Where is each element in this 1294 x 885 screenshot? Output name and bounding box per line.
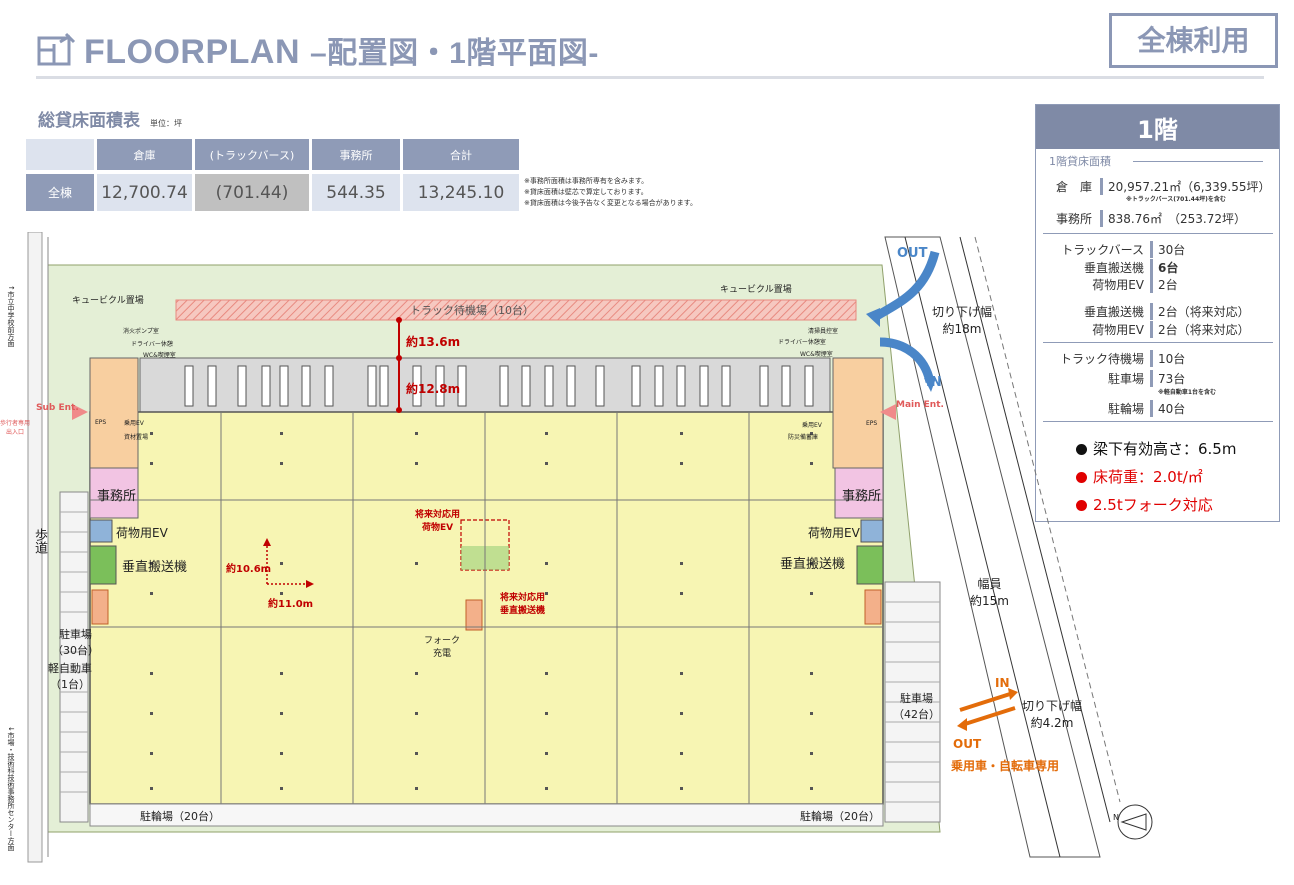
- truck-waiting-label: トラック待機場（10台）: [410, 304, 534, 317]
- out-bottom-label: OUT: [953, 737, 982, 751]
- future-lift-label: 将来対応用 垂直搬送機: [500, 593, 546, 616]
- dimension-13-6: 約13.6m: [406, 335, 461, 349]
- room-label: 消火ポンプ室: [123, 328, 159, 335]
- panel-divider: [1133, 161, 1263, 162]
- lift-left-label: 垂直搬送機: [122, 560, 188, 575]
- pedestrian-entrance-label: 歩行者専用 出入口: [0, 420, 31, 436]
- page-title: FLOORPLAN –配置図・1階平面図-: [84, 28, 599, 72]
- title-subtitle: –配置図・1階平面図-: [310, 37, 599, 70]
- room-label: EPS: [95, 419, 107, 426]
- bike-left-label: 駐輪場（20台）: [140, 810, 220, 823]
- room-label: 乗用EV: [802, 422, 822, 429]
- header-office: 事務所: [312, 139, 400, 170]
- kei-car-label: 軽自動車 （1台）: [48, 662, 92, 691]
- area-table-title: 総貸床面積表 単位：坪: [38, 106, 182, 131]
- bike-right-label: 駐輪場（20台）: [800, 810, 880, 823]
- warehouse-value: 20,957.21㎡（6,339.55坪）: [1100, 178, 1271, 195]
- warehouse-label: 倉 庫: [1056, 180, 1093, 194]
- panel-section-title: 1階貸床面積: [1049, 155, 1111, 168]
- header-total: 合計: [403, 139, 519, 170]
- room-label: 乗用EV: [124, 420, 144, 427]
- warehouse-note: ※トラックバース(701.44坪)を含む: [1126, 196, 1226, 203]
- area-unit: 単位：坪: [150, 119, 182, 128]
- left-road-top-label: ↑市立中学校前方面: [7, 285, 15, 347]
- left-road-bottom-label: ↓市場・技術科技術事務所センター方面: [7, 726, 15, 851]
- dimension-11-0: 約11.0m: [268, 599, 314, 610]
- lift-right-label: 垂直搬送機: [780, 557, 846, 572]
- room-label: 清掃員控室: [808, 328, 839, 335]
- north-label: N: [1113, 813, 1119, 822]
- room-label: EPS: [866, 420, 878, 427]
- value-total: 13,245.10: [403, 174, 519, 211]
- value-truck-berth: (701.44): [195, 174, 309, 211]
- out-top-label: OUT: [897, 246, 928, 261]
- room-label: 資材置場: [124, 434, 149, 441]
- cut-bottom-label: 切り下げ幅 約4.2m: [1022, 699, 1083, 730]
- room-label: WC&喫煙室: [800, 351, 833, 358]
- room-label: WC&喫煙室: [143, 352, 176, 359]
- floorplan-icon: [37, 32, 76, 66]
- in-top-label: IN: [926, 375, 942, 390]
- area-note: ※貸床面積は壁芯で算定しております。: [524, 188, 648, 196]
- ev-right-label: 荷物用EV: [808, 526, 860, 540]
- warehouse-floor: [89, 411, 884, 805]
- room-label: ドライバー休憩: [131, 341, 173, 348]
- usage-badge: 全棟利用: [1109, 13, 1278, 68]
- header-warehouse: 倉庫: [97, 139, 192, 170]
- in-bottom-label: IN: [995, 676, 1010, 690]
- fork-charge-label: フォーク 充電: [424, 636, 461, 659]
- value-warehouse: 12,700.74: [97, 174, 192, 211]
- cubicle-right: キュービクル置場: [720, 285, 792, 295]
- room-label: 防災備蓄庫: [788, 434, 819, 441]
- office-left-label: 事務所: [97, 489, 137, 504]
- header-truck-berth: (トラックバース): [195, 139, 309, 170]
- row-label: 全棟: [26, 174, 94, 211]
- cubicle-left: キュービクル置場: [72, 296, 144, 306]
- dimension-12-8: 約12.8m: [406, 382, 461, 396]
- cut-top-label: 切り下げ幅 約18m: [932, 305, 993, 336]
- value-office: 544.35: [312, 174, 400, 211]
- area-note: ※貸床面積は今後予告なく変更となる場合があります。: [524, 199, 697, 207]
- parking-left-label: 駐車場 （30台）: [52, 628, 99, 657]
- panel-title: 1階: [1036, 105, 1279, 149]
- floor-plan: [27, 232, 1153, 863]
- area-table-title-text: 総貸床面積表: [38, 111, 140, 131]
- header-divider: [36, 76, 1264, 79]
- main-entrance-label: Main Ent.: [896, 400, 944, 410]
- sidewalk-label: 歩道: [32, 528, 47, 554]
- area-notes: ※事務所面積は事務所専有を含みます。 ※貸床面積は壁芯で算定しております。 ※貸…: [524, 176, 697, 209]
- title-text: FLOORPLAN: [84, 33, 301, 71]
- office-right-label: 事務所: [842, 489, 882, 504]
- car-use-label: 乗用車・自転車専用: [951, 759, 1060, 773]
- future-ev-label: 将来対応用 荷物EV: [415, 510, 461, 533]
- sub-entrance-label: Sub Ent.: [36, 403, 79, 413]
- area-note: ※事務所面積は事務所専有を含みます。: [524, 177, 649, 185]
- office-label: 事務所: [1056, 212, 1093, 226]
- road-width-label: 幅員 約15m: [970, 577, 1009, 608]
- table-corner-cell: [26, 139, 94, 170]
- parking-right-label: 駐車場 （42台）: [893, 692, 940, 721]
- ev-left-label: 荷物用EV: [116, 526, 168, 540]
- room-label: ドライバー休憩室: [778, 339, 826, 346]
- office-value: 838.76㎡ （253.72坪）: [1100, 210, 1246, 227]
- dimension-10-6: 約10.6m: [226, 564, 272, 575]
